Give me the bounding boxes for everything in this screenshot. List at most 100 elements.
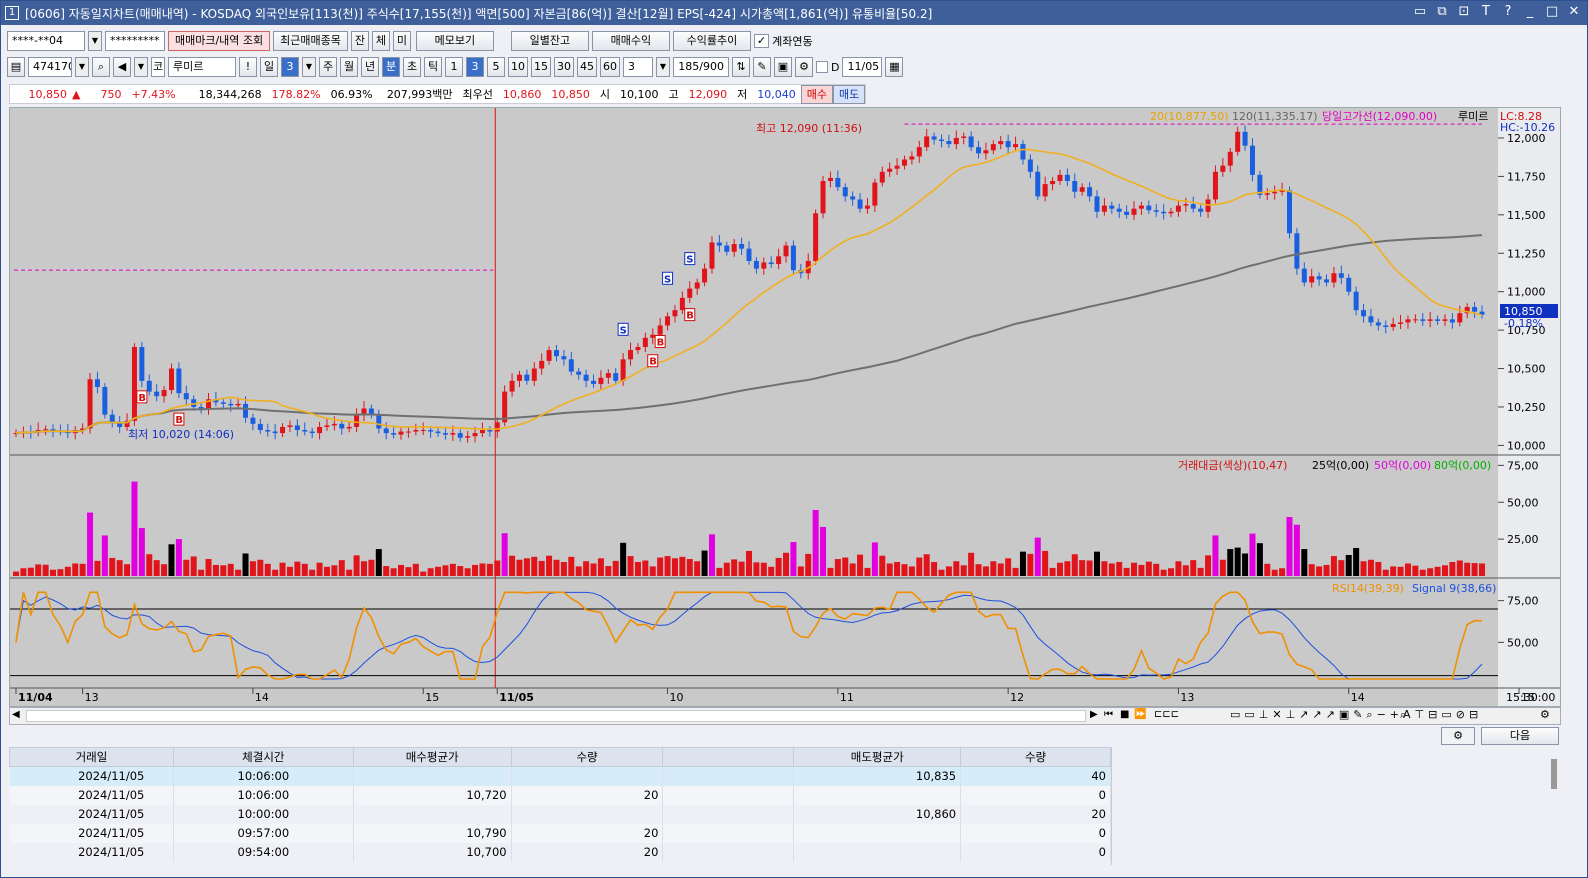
- interval-1[interactable]: 1: [445, 57, 463, 77]
- table-scrollbar[interactable]: [1551, 759, 1557, 789]
- trade-marks-icon[interactable]: ⇅: [732, 57, 750, 77]
- title-bar[interactable]: 1 [0606] 자동일지차트(매매내역) - KOSDAQ 외국인보유[113…: [1, 1, 1587, 25]
- chevron-down-icon[interactable]: ▼: [88, 31, 102, 51]
- font-icon[interactable]: T: [1479, 4, 1493, 20]
- stock-name-field[interactable]: 루미르: [168, 57, 236, 77]
- alert-icon[interactable]: !: [239, 57, 257, 77]
- next-icon[interactable]: ▶: [1090, 709, 1098, 720]
- trade-mark-query-button[interactable]: 매매마크/내역 조회: [168, 31, 271, 51]
- memo-view-button[interactable]: 메모보기: [415, 31, 494, 51]
- table-row[interactable]: 2024/11/05 10:00:00 10,860 20: [9, 804, 1111, 824]
- period-minute[interactable]: 분: [382, 57, 400, 77]
- pin-icon[interactable]: ⊡: [1457, 4, 1471, 20]
- interval-15[interactable]: 15: [531, 57, 551, 77]
- interval-10[interactable]: 10: [508, 57, 528, 77]
- interval-60[interactable]: 60: [600, 57, 620, 77]
- prev-page-icon[interactable]: ⏮: [1104, 709, 1113, 720]
- count-field[interactable]: 185/900: [673, 57, 729, 77]
- col-buy-avg[interactable]: 매수평균가: [352, 747, 512, 767]
- period-month[interactable]: 월: [340, 57, 358, 77]
- volume-bar: [701, 550, 708, 576]
- stock-code-field[interactable]: 474170: [28, 57, 72, 77]
- col-time[interactable]: 체결시간: [172, 747, 354, 767]
- time-label: 14: [255, 691, 269, 704]
- interval-3[interactable]: 3: [466, 57, 484, 77]
- interval-30[interactable]: 30: [554, 57, 574, 77]
- candle: [413, 430, 419, 432]
- interval-input[interactable]: 3: [623, 57, 653, 77]
- help-icon[interactable]: ?: [1501, 4, 1515, 20]
- col-date[interactable]: 거래일: [9, 747, 174, 767]
- col-sell-avg[interactable]: 매도평균가: [793, 747, 962, 767]
- filled-button[interactable]: 체: [371, 31, 390, 51]
- unfilled-button[interactable]: 미: [392, 31, 411, 51]
- password-field[interactable]: *********: [105, 31, 165, 51]
- candle: [265, 430, 271, 432]
- zoom-icon[interactable]: ⌕: [1400, 708, 1406, 722]
- calendar-icon[interactable]: ▦: [885, 57, 904, 77]
- col-sell-qty[interactable]: 수량: [960, 747, 1111, 767]
- sell-button[interactable]: 매도: [833, 84, 866, 104]
- stock-search-icon[interactable]: ▤: [7, 57, 25, 77]
- chevron-down-icon[interactable]: ▼: [302, 57, 316, 77]
- candle: [628, 350, 634, 360]
- period-week[interactable]: 주: [319, 57, 337, 77]
- drawing-tools[interactable]: ▭▭⊥✕⊥↗↗↗▣✎⌕−+A⊤⊟▭⊘⊟: [1230, 708, 1482, 722]
- buy-button[interactable]: 매수: [800, 84, 834, 104]
- volume-bar: [1316, 566, 1323, 576]
- chart-area[interactable]: 75,00 50,00 25,00 75,00 50,00 12,000 11,750 1…: [9, 107, 1561, 707]
- candle: [887, 168, 893, 172]
- volume-bar: [1338, 560, 1345, 576]
- chevron-down-icon[interactable]: ▼: [656, 57, 670, 77]
- minimize-icon[interactable]: _: [1523, 4, 1537, 20]
- account-link-checkbox[interactable]: ✓: [753, 34, 770, 48]
- speaker-icon[interactable]: ◀: [113, 57, 131, 77]
- col-buy-qty[interactable]: 수량: [510, 747, 664, 767]
- chevron-down-icon[interactable]: ▼: [134, 57, 148, 77]
- fast-forward-icon[interactable]: ⏩: [1134, 709, 1146, 720]
- volume-bar: [1027, 553, 1034, 576]
- period-year[interactable]: 년: [361, 57, 379, 77]
- interval-45[interactable]: 45: [577, 57, 597, 77]
- chart-scroll-toolbar[interactable]: ◀ ▶ ⏮ ■ ⏩ ⊏⊏⊏ ▭▭⊥✕⊥↗↗↗▣✎⌕−+A⊤⊟▭⊘⊟ ⌕ ⚙: [9, 707, 1561, 725]
- trade-profit-button[interactable]: 매매수익: [591, 31, 670, 51]
- table-cell: [793, 785, 962, 805]
- table-row[interactable]: 2024/11/05 09:54:00 10,700 20 0: [9, 842, 1111, 862]
- table-row[interactable]: 2024/11/05 10:06:00 10,720 20 0: [9, 785, 1111, 805]
- maximize-icon[interactable]: □: [1545, 4, 1559, 20]
- date-checkbox-label: D: [831, 60, 840, 74]
- interval-5[interactable]: 5: [487, 57, 505, 77]
- scroll-left-icon[interactable]: ◀: [12, 709, 20, 720]
- date-checkbox[interactable]: [816, 61, 828, 73]
- table-cell: 2024/11/05: [9, 823, 174, 843]
- stop-icon[interactable]: ■: [1120, 709, 1129, 720]
- period-day[interactable]: 일: [260, 57, 278, 77]
- date-field[interactable]: 11/05: [842, 57, 883, 77]
- scrollbar-track[interactable]: [26, 710, 1086, 722]
- table-row[interactable]: 2024/11/05 10:06:00 10,835 40: [9, 766, 1111, 786]
- daily-balance-button[interactable]: 일별잔고: [510, 31, 589, 51]
- gear-icon[interactable]: ⚙: [795, 57, 813, 77]
- next-button[interactable]: 다음: [1481, 727, 1559, 745]
- period-second[interactable]: 초: [403, 57, 421, 77]
- search-icon[interactable]: ⌕: [92, 57, 110, 77]
- window-icon[interactable]: ▭: [1413, 4, 1427, 20]
- grid-settings-icon[interactable]: ⚙: [1441, 727, 1475, 745]
- account-field[interactable]: ****-**04: [7, 31, 85, 51]
- volume-legend-25: 25억(0,00): [1312, 459, 1369, 472]
- close-icon[interactable]: ✕: [1567, 4, 1581, 20]
- volume-bar: [190, 556, 197, 576]
- settings-icon[interactable]: ⚙: [1540, 708, 1550, 721]
- period-tick[interactable]: 틱: [424, 57, 442, 77]
- chart-svg[interactable]: 75,0050,0025,00 75,0050,00 12,00011,7501…: [10, 108, 1560, 706]
- recent-trades-button[interactable]: 최근매매종목: [273, 31, 348, 51]
- period-day-count[interactable]: 3: [281, 57, 299, 77]
- copy-icon[interactable]: ⧉: [1435, 4, 1449, 20]
- table-row[interactable]: 2024/11/05 09:57:00 10,790 20 0: [9, 823, 1111, 843]
- yield-trend-button[interactable]: 수익률추이: [672, 31, 751, 51]
- ruler-icon[interactable]: ⊏⊏⊏: [1154, 709, 1179, 720]
- save-icon[interactable]: ▣: [774, 57, 792, 77]
- draw-icon[interactable]: ✎: [753, 57, 771, 77]
- chevron-down-icon[interactable]: ▼: [75, 57, 89, 77]
- balance-button[interactable]: 잔: [350, 31, 369, 51]
